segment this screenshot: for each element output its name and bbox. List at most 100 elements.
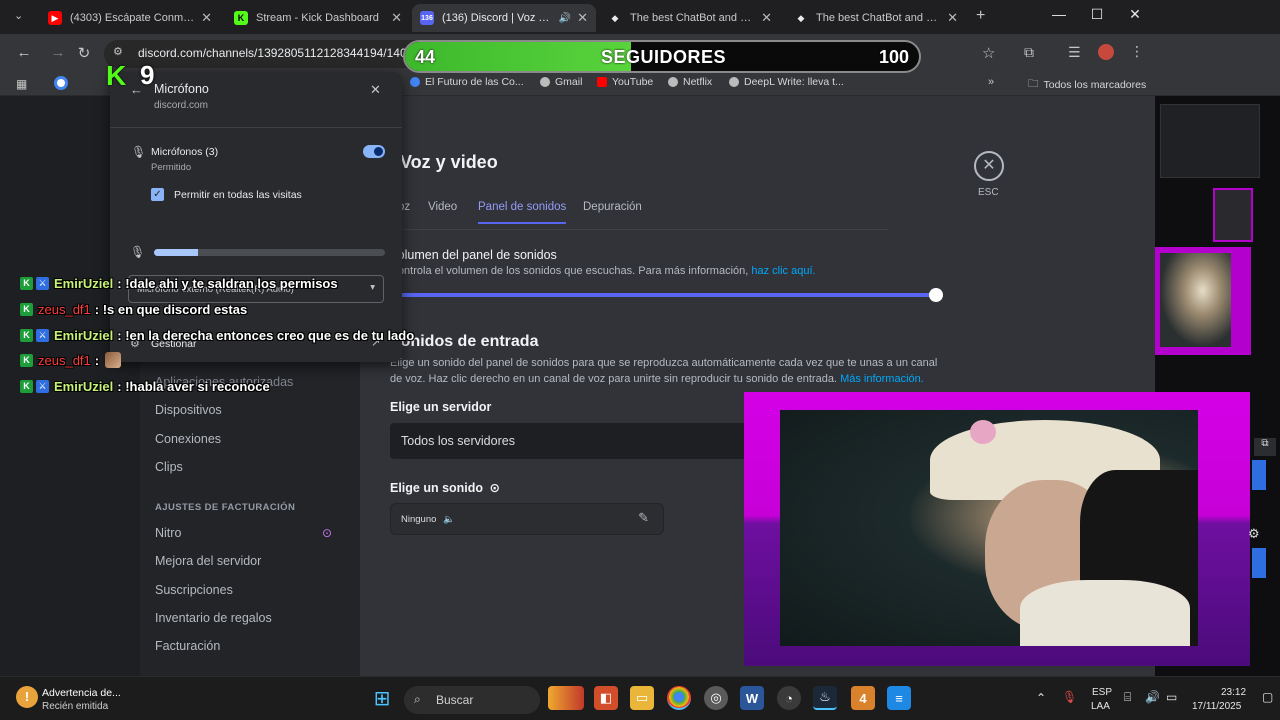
extensions-icon[interactable]: ⧉ — [1024, 44, 1034, 61]
deepl-icon — [729, 77, 739, 87]
tab-kick-dashboard[interactable]: K Stream - Kick Dashboard ✕ — [226, 4, 410, 32]
bookmark-gmail[interactable]: Gmail — [540, 76, 582, 88]
side-panel-icon[interactable]: ⧉ — [1254, 438, 1276, 456]
windows-start-icon[interactable]: ⊞ — [370, 686, 394, 710]
tray-chevron-icon[interactable]: ⌃ — [1036, 691, 1046, 705]
sidebar-item-gift-inventory[interactable]: Inventario de regalos — [155, 611, 272, 625]
app-red-icon[interactable]: ◧ — [594, 686, 618, 710]
tab-botrix-1[interactable]: ◆ The best ChatBot and Widge ✕ — [600, 4, 780, 32]
allow-all-checkbox[interactable]: ✓ — [151, 188, 164, 201]
chrome-icon[interactable] — [667, 686, 691, 710]
close-window-icon[interactable]: ✕ — [1120, 6, 1150, 23]
help-link[interactable]: haz clic aquí. — [751, 265, 815, 277]
server-select[interactable]: Todos los servidores — [390, 423, 750, 459]
tray-mic-icon[interactable]: 🎙 — [1062, 690, 1077, 704]
bookmark-futuro[interactable]: El Futuro de las Co... — [410, 76, 524, 88]
maximize-icon[interactable]: ☐ — [1082, 6, 1112, 23]
menu-icon[interactable]: ⋮ — [1130, 43, 1144, 60]
sidebar-item-clips[interactable]: Clips — [155, 460, 183, 474]
app-compass-icon[interactable]: ◎ — [704, 686, 728, 710]
tab-youtube[interactable]: ▶ (4303) Escápate Conmigo Re ✕ — [40, 4, 220, 32]
sidebar-item-server-boost[interactable]: Mejora del servidor — [155, 554, 261, 568]
followers-current: 44 — [415, 47, 436, 67]
close-settings-icon[interactable]: ✕ — [974, 151, 1004, 181]
kick-badge-icon: K — [20, 328, 33, 342]
google-icon[interactable] — [54, 76, 68, 90]
bookmark-netflix[interactable]: Netflix — [668, 76, 712, 88]
minimize-icon[interactable]: — — [1044, 6, 1074, 22]
new-tab-icon[interactable]: + — [976, 7, 985, 25]
tab-discord[interactable]: 136 (136) Discord | Voz y vide 🔊 ✕ — [412, 4, 596, 32]
bookmark-youtube[interactable]: YouTube — [597, 76, 653, 88]
tab-botrix-2[interactable]: ◆ The best ChatBot and Widge ✕ — [786, 4, 966, 32]
profile-avatar[interactable] — [1098, 44, 1114, 60]
entry-sounds-desc-1: Elige un sonido del panel de sonidos par… — [390, 357, 938, 369]
tab-video[interactable]: Video — [428, 201, 457, 213]
folder-icon: 🗀 — [1028, 78, 1039, 90]
bookmark-star-icon[interactable]: ☆ — [982, 44, 995, 62]
settings-gear-icon[interactable]: ⚙ — [1248, 526, 1260, 542]
edit-pencil-icon[interactable]: ✎ — [638, 510, 649, 526]
allow-all-label: Permitir en todas las visitas — [174, 189, 302, 201]
notepad-icon[interactable]: ≡ — [887, 686, 911, 710]
clock-date[interactable]: 17/11/2025 — [1192, 701, 1241, 712]
close-tab-icon[interactable]: ✕ — [947, 10, 958, 26]
search-highlight-icon[interactable] — [548, 686, 584, 710]
close-tab-icon[interactable]: ✕ — [391, 10, 402, 26]
more-bookmarks-icon[interactable]: » — [988, 76, 994, 88]
tab-debug[interactable]: Depuración — [583, 201, 642, 213]
sound-select[interactable]: Ninguno 🔈 ✎ — [390, 503, 664, 535]
more-info-link[interactable]: Más información. — [840, 373, 924, 385]
mic-level-meter — [154, 249, 385, 256]
search-icon: ⌕ — [414, 692, 421, 706]
app-four-icon[interactable]: 4 — [851, 686, 875, 710]
side-blue-tab[interactable] — [1252, 460, 1266, 490]
mirrored-window-thumbnail — [1160, 104, 1260, 178]
taskbar-search[interactable]: ⌕ Buscar — [404, 686, 540, 714]
nitro-icon: ⊙ — [322, 526, 333, 540]
notifications-icon[interactable]: ▢ — [1262, 690, 1273, 704]
media-controls-icon[interactable]: ☰ — [1068, 44, 1081, 61]
back-icon[interactable]: ← — [12, 44, 36, 61]
speaker-icon[interactable]: 🔊 — [559, 13, 571, 24]
popup-close-icon[interactable]: ✕ — [370, 82, 381, 98]
sidebar-item-connections[interactable]: Conexiones — [155, 432, 221, 446]
youtube-icon — [597, 77, 607, 87]
battery-icon[interactable]: ▭ — [1166, 690, 1177, 704]
tab-soundboard[interactable]: Panel de sonidos — [478, 201, 567, 224]
sidebar-item-nitro[interactable]: Nitro — [155, 526, 181, 540]
reload-icon[interactable]: ↻ — [72, 44, 96, 62]
steam-icon[interactable]: ♨ — [813, 686, 837, 710]
notification-title[interactable]: Advertencia de... — [42, 687, 121, 699]
clock-time[interactable]: 23:12 — [1221, 687, 1246, 698]
tab-search-chevron-icon[interactable]: ⌄ — [14, 9, 23, 22]
file-explorer-icon[interactable]: ▭ — [630, 686, 654, 710]
close-tab-icon[interactable]: ✕ — [761, 10, 772, 26]
site-info-icon[interactable]: ⚙ — [113, 45, 123, 58]
volume-slider-track[interactable] — [400, 293, 936, 297]
sidebar-item-devices[interactable]: Dispositivos — [155, 403, 222, 417]
volume-tray-icon[interactable]: 🔊 — [1145, 690, 1160, 704]
kick-badge-icon: K — [20, 276, 33, 290]
sidebar-item-billing[interactable]: Facturación — [155, 639, 220, 653]
entry-sounds-desc-2: de voz. Haz clic derecho en un canal de … — [390, 373, 924, 385]
mic-permission-toggle[interactable] — [363, 145, 385, 158]
followers-progress-fill — [405, 42, 632, 71]
close-tab-icon[interactable]: ✕ — [201, 10, 212, 26]
word-icon[interactable]: W — [740, 686, 764, 710]
bookmark-deepl[interactable]: DeepL Write: lleva t... — [729, 76, 844, 88]
side-blue-tab[interactable] — [1252, 548, 1266, 578]
forward-icon[interactable]: → — [46, 44, 70, 61]
lang-code-2[interactable]: LAA — [1091, 701, 1110, 712]
network-icon[interactable]: ⌸ — [1124, 690, 1131, 705]
followers-label: SEGUIDORES — [601, 47, 727, 67]
app-circle-icon[interactable]: ◔ — [777, 686, 801, 710]
sidebar-item-subscriptions[interactable]: Suscripciones — [155, 583, 233, 597]
warning-icon[interactable]: ! — [16, 686, 38, 708]
popup-title: Micrófono — [154, 82, 209, 96]
apps-grid-icon[interactable]: ▦ — [16, 77, 27, 91]
volume-slider-handle[interactable] — [929, 288, 943, 302]
all-bookmarks[interactable]: 🗀 Todos los marcadores — [1028, 76, 1146, 94]
lang-code-1[interactable]: ESP — [1092, 687, 1112, 698]
close-tab-icon[interactable]: ✕ — [577, 10, 588, 26]
